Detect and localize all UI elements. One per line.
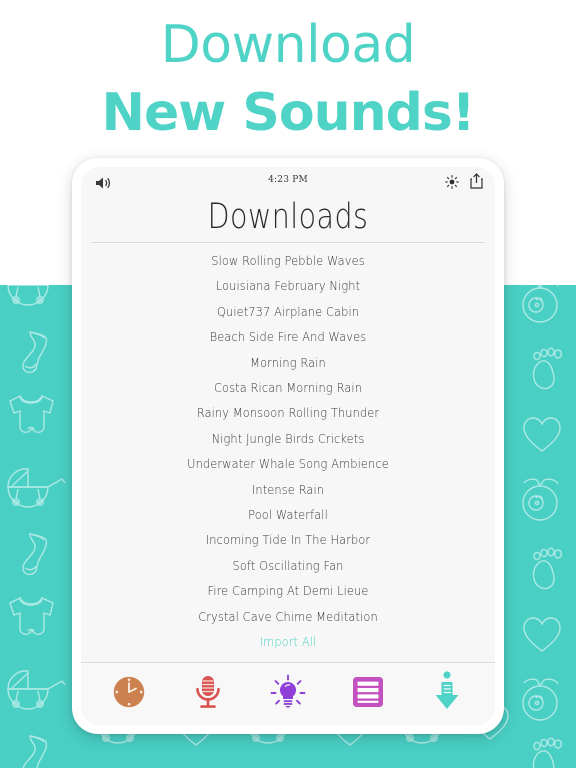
microphone-icon	[192, 674, 224, 714]
import-all-link[interactable]: Import All	[95, 630, 480, 655]
page-title-area: Downloads	[81, 197, 495, 243]
headline-line-1: Download	[160, 15, 416, 75]
list-item[interactable]: Costa Rican Morning Rain	[95, 376, 480, 401]
tablet-screen: 4:23 PM Downloads Slow Rolling Pebble Wa…	[81, 167, 495, 725]
status-bar-time: 4:23 PM	[268, 175, 308, 185]
list-item[interactable]: Crystal Cave Chime Meditation	[95, 605, 480, 630]
sound-list: Slow Rolling Pebble Waves Louisiana Febr…	[81, 243, 495, 662]
playlist-tab-button[interactable]	[345, 671, 391, 717]
download-more-sounds-link[interactable]: Download More Sounds	[95, 656, 480, 663]
page-title: Downloads	[207, 196, 369, 238]
list-item[interactable]: Slow Rolling Pebble Waves	[95, 249, 480, 274]
bottom-toolbar	[81, 662, 495, 725]
list-item[interactable]: Night Jungle Birds Crickets	[95, 427, 480, 452]
list-icon	[351, 675, 385, 713]
list-item[interactable]: Quiet737 Airplane Cabin	[95, 300, 480, 325]
list-item[interactable]: Louisiana February Night	[95, 274, 480, 299]
title-divider	[91, 242, 485, 243]
list-item[interactable]: Underwater Whale Song Ambience	[95, 452, 480, 477]
list-item[interactable]: Fire Camping At Demi Lieue	[95, 579, 480, 604]
list-item[interactable]: Beach Side Fire And Waves	[95, 325, 480, 350]
record-tab-button[interactable]	[185, 671, 231, 717]
list-item[interactable]: Pool Waterfall	[95, 503, 480, 528]
download-icon	[430, 671, 464, 717]
list-item[interactable]: Soft Oscillating Fan	[95, 554, 480, 579]
timer-tab-button[interactable]	[106, 671, 152, 717]
list-item[interactable]: Rainy Monsoon Rolling Thunder	[95, 401, 480, 426]
share-icon[interactable]	[470, 173, 483, 193]
clock-icon	[111, 674, 147, 714]
status-bar: 4:23 PM	[81, 167, 495, 197]
list-item[interactable]: Incoming Tide In The Harbor	[95, 528, 480, 553]
lightbulb-icon	[270, 674, 306, 714]
list-item[interactable]: Morning Rain	[95, 351, 480, 376]
downloads-tab-button[interactable]	[424, 671, 470, 717]
list-item[interactable]: Intense Rain	[95, 478, 480, 503]
promo-headline: Download New Sounds!	[0, 0, 576, 157]
app-root: Download New Sounds! 4:23 PM Downloads S…	[0, 0, 576, 768]
tablet-device: 4:23 PM Downloads Slow Rolling Pebble Wa…	[72, 158, 504, 734]
headline-line-2: New Sounds!	[101, 83, 475, 143]
tips-tab-button[interactable]	[265, 671, 311, 717]
brightness-icon[interactable]	[445, 174, 459, 193]
